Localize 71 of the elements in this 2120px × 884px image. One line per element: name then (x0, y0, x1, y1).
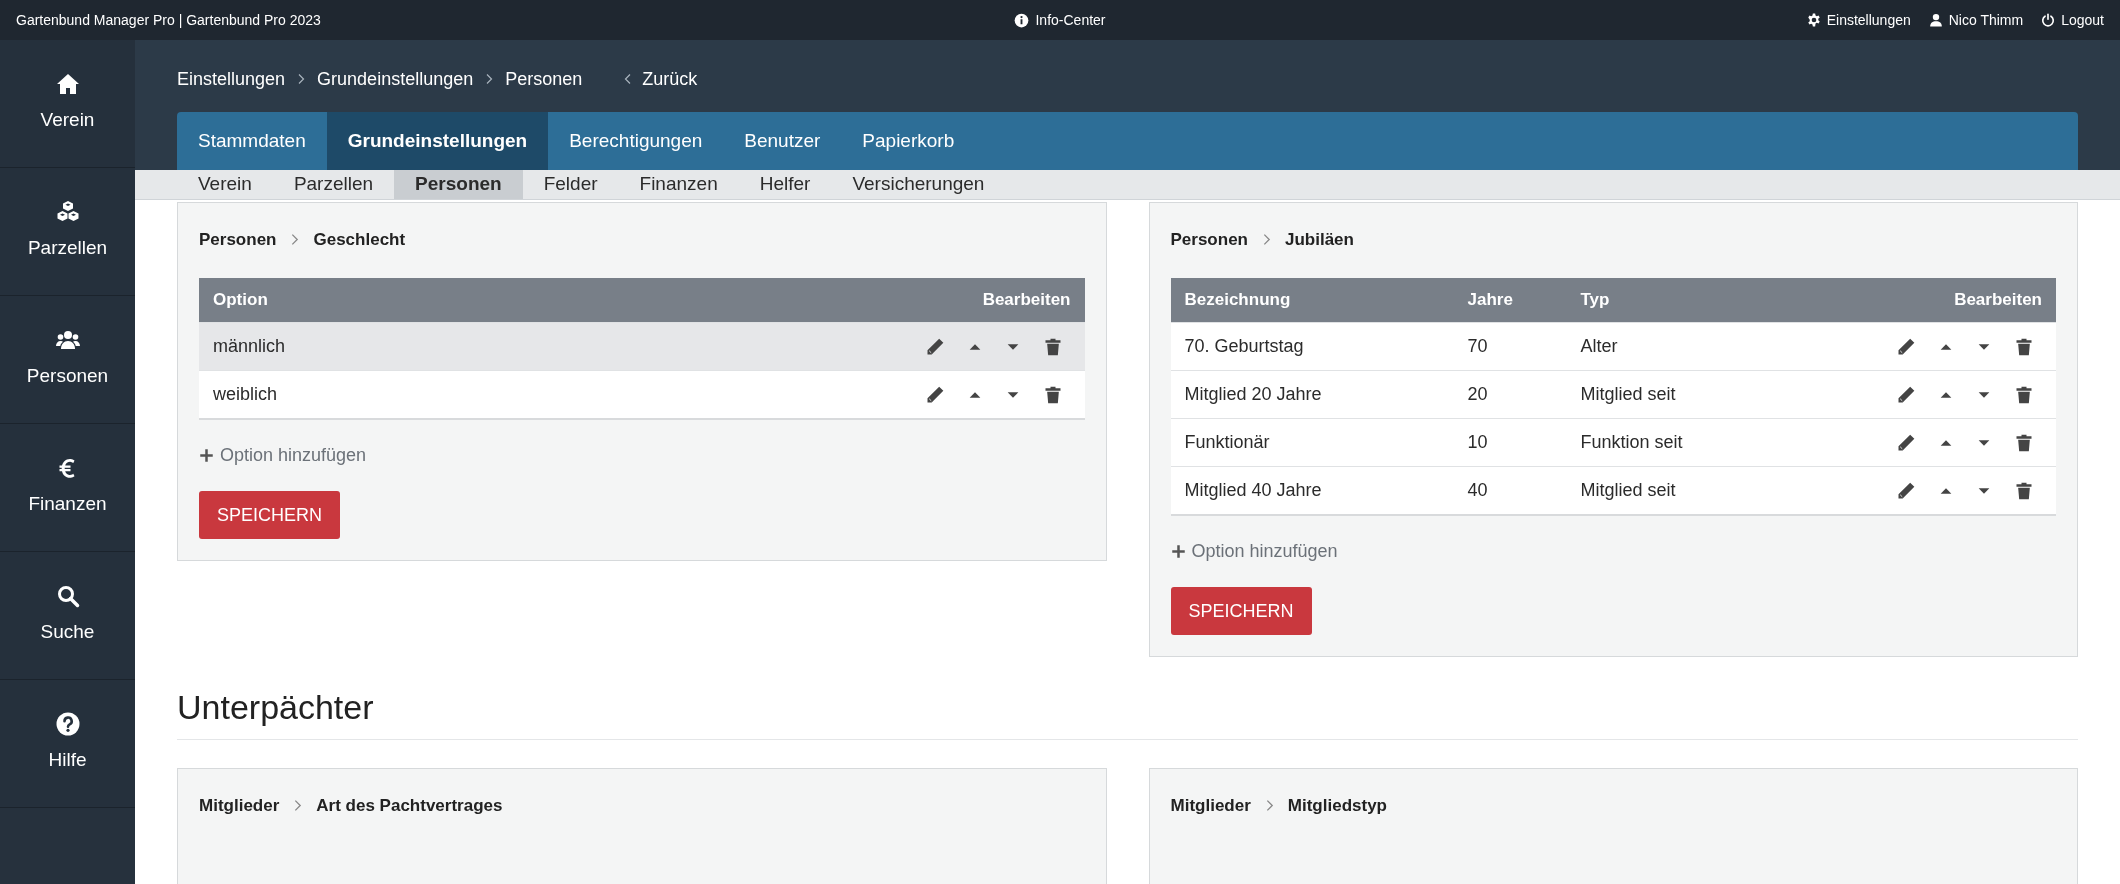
breadcrumb-link[interactable]: Einstellungen (177, 65, 286, 93)
back-link[interactable]: Zurück (622, 65, 698, 93)
app-title: Gartenbund Manager Pro | Gartenbund Pro 2023 (16, 10, 322, 30)
tab[interactable]: Grundeinstellungen (326, 112, 549, 170)
tab[interactable]: Berechtigungen (548, 112, 724, 170)
subtab[interactable]: Felder (522, 170, 619, 199)
trash-icon[interactable] (2014, 480, 2034, 501)
info-icon (1014, 12, 1030, 28)
help-icon (55, 712, 80, 737)
power-icon (2041, 13, 2056, 27)
plus-icon (1170, 544, 1186, 559)
add-option-link[interactable]: Option hinzufügen (199, 442, 1085, 469)
column-header: Option (213, 289, 269, 312)
table-cell-text: Mitglied seit (1580, 383, 1677, 406)
table-cell-text: Funktionär (1184, 431, 1271, 454)
pencil-icon[interactable] (1896, 336, 1916, 357)
pencil-icon[interactable] (1896, 480, 1916, 501)
pencil-icon[interactable] (1896, 432, 1916, 453)
pencil-icon[interactable] (1896, 384, 1916, 405)
table-cell-text: männlich (213, 335, 287, 358)
table-cell-text: Mitglied 40 Jahre (1184, 479, 1323, 502)
subtab[interactable]: Parzellen (272, 170, 395, 199)
top-link[interactable]: Nico Thimm (1928, 9, 2024, 31)
table-cell-text: Mitglied seit (1580, 479, 1677, 502)
table-cell-text: 70 (1467, 335, 1489, 358)
tab[interactable]: Papierkorb (841, 112, 976, 170)
trash-icon[interactable] (2014, 384, 2034, 405)
search-icon (55, 584, 80, 609)
column-header: Jahre (1467, 289, 1514, 312)
subtab[interactable]: Versicherungen (831, 170, 1006, 199)
column-header: Bearbeiten (981, 289, 1071, 312)
home-icon (55, 72, 80, 97)
breadcrumb-link[interactable]: Personen (505, 65, 583, 93)
table-cell-text: 10 (1467, 431, 1489, 454)
top-link[interactable]: Einstellungen (1806, 9, 1911, 31)
panel-title: Jubiläen (1285, 228, 1354, 251)
subtab[interactable]: Finanzen (618, 170, 739, 199)
tab[interactable]: Stammdaten (177, 112, 327, 170)
table-cell-text: 70. Geburtstag (1184, 335, 1305, 358)
breadcrumb-link[interactable]: Grundeinstellungen (317, 65, 474, 93)
trash-icon[interactable] (2014, 432, 2034, 453)
section-heading: Unterpächter (177, 687, 2078, 740)
save-button[interactable]: SPEICHERN (1170, 587, 1312, 635)
table-cell-text: Alter (1580, 335, 1619, 358)
table-cell-text: Mitglied 20 Jahre (1184, 383, 1323, 406)
subtab[interactable]: Helfer (738, 170, 832, 199)
column-header: Bearbeiten (1953, 289, 2042, 312)
info-center-link[interactable]: Info-Center (712, 9, 1408, 31)
save-button[interactable]: SPEICHERN (199, 491, 341, 539)
subtab[interactable]: Personen (394, 170, 523, 199)
panel-title: Mitgliedstyp (1287, 795, 1387, 817)
table-cell-text: Funktion seit (1580, 431, 1684, 454)
column-header: Typ (1580, 289, 1611, 312)
subtab[interactable]: Verein (177, 170, 273, 199)
table-cell-text: 20 (1467, 383, 1489, 406)
column-header: Bezeichnung (1184, 289, 1292, 312)
user-icon (1928, 13, 1943, 27)
settings-icon (1806, 13, 1821, 27)
panel-title: Personen (1170, 228, 1248, 251)
trash-icon[interactable] (2014, 336, 2034, 357)
table-cell-text: weiblich (213, 383, 279, 406)
top-link[interactable]: Logout (2041, 9, 2104, 31)
panel-title: Personen (199, 228, 277, 251)
panel-title: Art des Pachtvertrages (316, 795, 503, 817)
panel-title: Mitglieder (1170, 795, 1251, 817)
panel-title: Mitglieder (199, 795, 280, 817)
panel-title: Geschlecht (313, 228, 406, 251)
table-cell-text: 40 (1467, 479, 1489, 502)
plus-icon (199, 448, 214, 463)
tab[interactable]: Benutzer (723, 112, 842, 170)
add-option-link[interactable]: Option hinzufügen (1170, 538, 2056, 565)
